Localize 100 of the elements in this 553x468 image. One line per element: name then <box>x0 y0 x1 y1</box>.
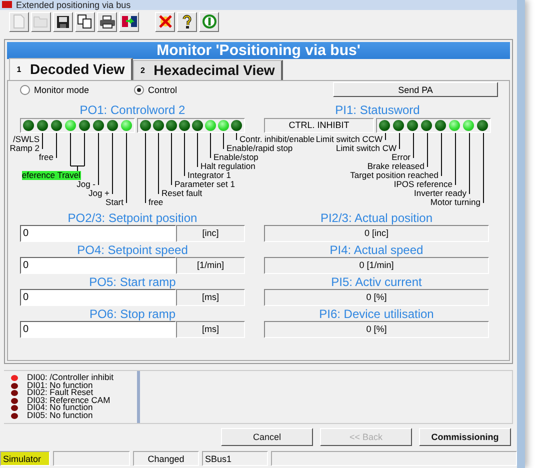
bit-label: Jog + <box>88 188 110 198</box>
dialog-button[interactable]: Cancel <box>221 428 313 446</box>
bit-label: Halt regulation <box>200 162 256 171</box>
value-display: 0 [1/min] <box>264 256 489 274</box>
tab[interactable]: 1 Decoded View <box>9 58 133 80</box>
leader-line <box>126 132 127 204</box>
status-pane: Simulator <box>0 451 50 466</box>
leader-line <box>210 132 211 158</box>
leader-line <box>98 132 99 186</box>
value-display: 0 [inc] <box>264 224 489 242</box>
dialog-button[interactable]: Commissioning <box>419 428 511 446</box>
field-title: PI6: Device utilisation <box>318 306 435 321</box>
input-field[interactable]: 0 <box>20 288 176 306</box>
bit-label: Enable/rapid stop <box>226 144 293 153</box>
save-icon <box>56 14 70 29</box>
unit-label: [inc] <box>176 224 245 242</box>
value-display: 0 [%] <box>264 288 489 306</box>
value-display: 0 [%] <box>264 320 489 338</box>
input-label: DI05: No function <box>27 412 93 420</box>
toolbar-button[interactable] <box>53 12 73 32</box>
leader-line <box>223 132 224 150</box>
toolbar-button[interactable] <box>119 12 139 32</box>
bit-label: Ramp 2 <box>10 144 40 153</box>
field-title: PO4: Setpoint speed <box>76 242 189 257</box>
field-title: PI4: Actual speed <box>328 242 424 257</box>
info-icon <box>202 14 216 30</box>
bit-label: eference Travel <box>22 170 80 180</box>
field-title: PO5: Start ramp <box>88 274 177 289</box>
input-label: DI01: No function <box>27 382 93 390</box>
input-label: DI02: Fault Reset <box>27 389 94 397</box>
section-title: PI1: Statusword <box>334 102 421 117</box>
status-pane: Changed <box>133 451 199 466</box>
radio-button[interactable]: Control <box>134 84 178 95</box>
bit-label: Inverter ready <box>414 188 466 198</box>
leader-line <box>455 132 456 186</box>
folder-icon <box>33 15 49 28</box>
bit-label: Start <box>106 198 124 207</box>
bit-label: free <box>38 152 54 162</box>
input-label: DI03: Reference CAM <box>27 396 110 404</box>
toolbar-button[interactable] <box>177 12 197 32</box>
bit-label: Brake released <box>367 162 424 171</box>
input-field[interactable]: 0 <box>20 224 176 242</box>
radio-circle[interactable] <box>134 84 144 95</box>
app-icon <box>2 1 12 8</box>
input-field[interactable]: 0 <box>20 256 176 274</box>
leader-line <box>413 132 414 158</box>
radio-circle[interactable] <box>20 84 30 95</box>
bracket-line <box>70 132 85 174</box>
unit-label: [1/min] <box>176 256 245 274</box>
help-icon <box>181 14 193 30</box>
bit-label: /SWLS <box>13 134 40 144</box>
leader-line <box>385 132 386 140</box>
leader-line <box>469 132 470 194</box>
tab[interactable]: 2 Hexadecimal View <box>132 60 283 80</box>
leader-line <box>399 132 400 150</box>
toolbar-button[interactable] <box>75 12 95 32</box>
panel-header: Monitor 'Positioning via bus' <box>7 42 510 59</box>
bit-label: Enable/stop <box>214 152 258 162</box>
field-title: PO6: Stop ramp <box>88 306 177 321</box>
leader-line <box>145 132 146 204</box>
bit-label: Motor turning <box>430 198 480 207</box>
input-label: DI04: No function <box>27 404 93 412</box>
field-title: PI2/3: Actual position <box>319 210 434 225</box>
leader-line <box>427 132 428 168</box>
unit-label: [ms] <box>176 320 245 338</box>
diamond-badge: 2 <box>136 63 150 78</box>
leader-line <box>184 132 185 176</box>
input-field[interactable]: 0 <box>20 320 176 338</box>
leader-line <box>236 132 237 140</box>
leader-line <box>171 132 172 186</box>
bit-label: Target position reached <box>350 170 438 180</box>
field-title: PI5: Activ current <box>330 274 423 289</box>
bit-label: Contr. inhibit/enable <box>240 134 315 144</box>
bit-label: free <box>148 198 164 207</box>
status-pane: SBus1 <box>202 451 268 466</box>
status-display: CTRL. INHIBIT <box>264 118 374 133</box>
radio-button[interactable]: Monitor mode <box>20 84 134 95</box>
section-title: PO1: Controlword 2 <box>78 102 186 117</box>
cancel-icon <box>158 14 172 30</box>
leader-line <box>112 132 113 194</box>
leader-line <box>483 132 484 204</box>
bit-label: IPOS reference <box>394 180 452 189</box>
bit-label: Error <box>392 152 410 162</box>
new-file-icon <box>12 14 26 30</box>
unit-label: [ms] <box>176 288 245 306</box>
leader-line <box>197 132 198 168</box>
leader-line <box>56 132 57 158</box>
copy-icon <box>77 14 93 30</box>
bit-label: Limit switch CCW <box>316 134 382 144</box>
bit-label: Integrator 1 <box>188 170 231 180</box>
bit-label: Parameter set 1 <box>174 180 235 189</box>
send-button[interactable]: Send PA <box>333 82 498 98</box>
leader-line <box>441 132 442 176</box>
bit-label: Jog - <box>76 180 96 189</box>
field-title: PO2/3: Setpoint position <box>66 210 198 225</box>
diamond-badge: 1 <box>12 62 26 76</box>
bit-label: Limit switch CW <box>336 144 396 153</box>
toolbar-button[interactable] <box>97 12 117 32</box>
bit-label: Reset fault <box>162 188 202 198</box>
input-label: DI00: /Controller inhibit <box>27 374 114 382</box>
